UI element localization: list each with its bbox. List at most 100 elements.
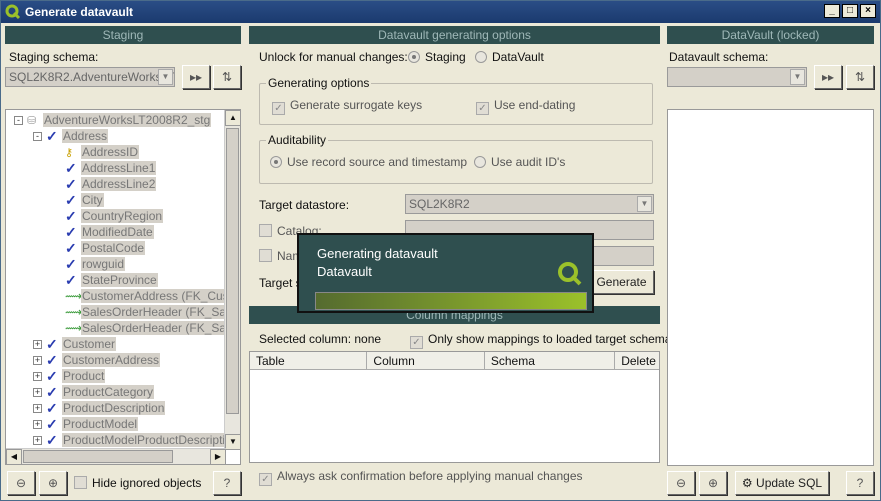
tree-item[interactable]: ✓ ModifiedDate xyxy=(52,224,154,240)
refresh-staging-button[interactable]: ⇅ xyxy=(213,65,241,89)
auditability-group: Auditability Use record source and times… xyxy=(259,133,653,184)
fast-forward-icon: ▸▸ xyxy=(189,70,203,84)
check-icon: ✓ xyxy=(65,191,77,208)
hide-ignored-checkbox[interactable]: Hide ignored objects xyxy=(74,476,201,490)
tree-item-label: City xyxy=(81,193,104,207)
tree-item[interactable]: + ✓ CustomerAddress xyxy=(33,351,161,368)
tree-item[interactable]: + ✓ ProductModel xyxy=(33,416,139,432)
tree-item-label: ProductModel xyxy=(62,417,139,431)
tree-item[interactable]: + ✓ ProductModelProductDescription xyxy=(33,431,240,448)
tree-item[interactable]: ✓ PostalCode xyxy=(52,240,146,256)
relation-icon: ⟿ xyxy=(65,321,83,335)
only-show-checkbox[interactable]: ✓ Only show mappings to loaded target sch… xyxy=(410,332,671,349)
column-header-delete[interactable]: Delete xyxy=(615,352,659,369)
tree-item[interactable]: + ✓ ProductCategory xyxy=(33,383,155,400)
expand-icon[interactable]: + xyxy=(33,419,42,429)
unlock-staging-radio[interactable]: Staging xyxy=(408,50,466,64)
tree-item[interactable]: ⟿ SalesOrderHeader (FK_Sales xyxy=(52,304,240,320)
tree-item[interactable]: ⟿ SalesOrderHeader (FK_Sales xyxy=(52,320,240,336)
tree-item[interactable]: ⚷ AddressID xyxy=(52,144,140,160)
tree-item[interactable]: + ✓ Customer xyxy=(33,336,117,352)
expand-icon[interactable]: + xyxy=(33,371,42,381)
expand-icon[interactable]: + xyxy=(33,355,42,365)
name-input[interactable] xyxy=(593,246,654,266)
expand-icon[interactable]: + xyxy=(33,435,42,445)
checkbox-icon xyxy=(74,476,87,489)
column-header-column[interactable]: Column xyxy=(367,352,485,369)
scroll-right-icon[interactable]: ▶ xyxy=(210,449,226,464)
record-source-radio[interactable]: Use record source and timestamp xyxy=(270,155,467,169)
tree-item[interactable]: ✓ City xyxy=(52,192,104,208)
column-header-schema[interactable]: Schema xyxy=(485,352,616,369)
expand-icon[interactable]: + xyxy=(33,387,42,397)
maximize-button[interactable]: □ xyxy=(842,4,858,18)
dv-zoom-in-button[interactable]: ⊕ xyxy=(699,471,727,495)
refresh-datavault-button[interactable]: ⇅ xyxy=(846,65,874,89)
tree-item[interactable]: + ✓ Product xyxy=(33,368,106,384)
tree-item[interactable]: ✓ CountryRegion xyxy=(52,207,164,224)
zoom-out-icon: ⊖ xyxy=(15,476,27,490)
datavault-schema-label: Datavault schema: xyxy=(669,50,769,64)
check-icon: ✓ xyxy=(46,351,58,368)
tree-item[interactable]: ⟿ CustomerAddress (FK_Custor xyxy=(52,288,240,304)
column-header-table[interactable]: Table xyxy=(250,352,368,369)
staging-schema-select[interactable]: SQL2K8R2.AdventureWorksLT ▼ xyxy=(5,67,175,87)
tree-item[interactable]: ✓ AddressLine2 xyxy=(52,176,157,192)
update-sql-button[interactable]: ⚙ Update SQL xyxy=(735,471,829,495)
check-icon: ✓ xyxy=(65,207,77,224)
scroll-thumb[interactable] xyxy=(23,450,173,463)
tree-item[interactable]: - ✓ Address xyxy=(33,127,109,144)
tree-item-label: AddressID xyxy=(81,145,140,159)
staging-help-button[interactable]: ? xyxy=(213,471,241,495)
tree-item[interactable]: ✓ StateProvince xyxy=(52,272,158,288)
datavault-schema-select[interactable]: ▼ xyxy=(667,67,807,87)
database-icon: ⛁ xyxy=(27,114,37,127)
collapse-icon[interactable]: - xyxy=(33,131,42,141)
expand-icon[interactable]: + xyxy=(33,403,42,413)
zoom-out-button[interactable]: ⊖ xyxy=(7,471,35,495)
audit-ids-radio[interactable]: Use audit ID's xyxy=(474,155,565,169)
tree-vertical-scrollbar[interactable]: ▲ ▼ xyxy=(224,110,240,450)
zoom-in-button[interactable]: ⊕ xyxy=(39,471,67,495)
staging-tree[interactable]: - ⛁ AdventureWorksLT2008R2_stg - ✓ Address ⚷ Ad… xyxy=(5,109,241,465)
name-checkbox[interactable]: Nam xyxy=(259,249,302,263)
options-header: Datavault generating options xyxy=(249,26,660,44)
scroll-down-icon[interactable]: ▼ xyxy=(225,434,240,450)
scroll-left-icon[interactable]: ◀ xyxy=(6,449,22,464)
scroll-thumb[interactable] xyxy=(226,128,239,414)
tree-item[interactable]: ✓ rowguid xyxy=(52,256,126,272)
target-datastore-select[interactable]: SQL2K8R2 ▼ xyxy=(405,194,654,214)
close-button[interactable]: × xyxy=(860,4,876,18)
expand-icon[interactable]: + xyxy=(33,339,42,349)
load-staging-button[interactable]: ▸▸ xyxy=(182,65,210,89)
only-show-label: Only show mappings to loaded target sche… xyxy=(428,332,672,346)
column-mappings-table[interactable]: Table Column Schema Delete xyxy=(249,351,660,463)
always-ask-checkbox[interactable]: ✓ Always ask confirmation before applying… xyxy=(259,469,583,486)
title-bar: Generate datavault _ □ × xyxy=(1,1,880,23)
unlock-label: Unlock for manual changes: xyxy=(259,50,408,64)
load-datavault-button[interactable]: ▸▸ xyxy=(814,65,842,89)
tree-item[interactable]: - ⛁ AdventureWorksLT2008R2_stg xyxy=(14,112,212,128)
checkbox-icon xyxy=(259,224,272,237)
datavault-help-button[interactable]: ? xyxy=(846,471,874,495)
surrogate-keys-checkbox[interactable]: ✓ Generate surrogate keys xyxy=(272,98,422,115)
generate-button[interactable]: Generate xyxy=(589,270,654,294)
datavault-tree[interactable] xyxy=(667,109,874,466)
dv-zoom-out-button[interactable]: ⊖ xyxy=(667,471,695,495)
chevron-down-icon: ▼ xyxy=(158,69,173,85)
help-icon: ? xyxy=(856,476,864,490)
tree-item[interactable]: ✓ AddressLine1 xyxy=(52,160,157,176)
end-dating-checkbox[interactable]: ✓ Use end-dating xyxy=(476,98,575,115)
chevron-down-icon: ▼ xyxy=(790,69,805,85)
collapse-icon[interactable]: - xyxy=(14,115,23,125)
check-icon: ✓ xyxy=(46,127,58,144)
end-dating-label: Use end-dating xyxy=(494,98,576,112)
tree-horizontal-scrollbar[interactable]: ◀ ▶ xyxy=(6,448,226,464)
tree-item[interactable]: + ✓ ProductDescription xyxy=(33,400,166,416)
check-icon: ✓ xyxy=(46,431,58,448)
scroll-up-icon[interactable]: ▲ xyxy=(225,110,240,126)
relation-icon: ⟿ xyxy=(65,305,83,319)
unlock-datavault-radio[interactable]: DataVault xyxy=(475,50,544,64)
minimize-button[interactable]: _ xyxy=(824,4,840,18)
check-icon: ✓ xyxy=(46,383,58,400)
